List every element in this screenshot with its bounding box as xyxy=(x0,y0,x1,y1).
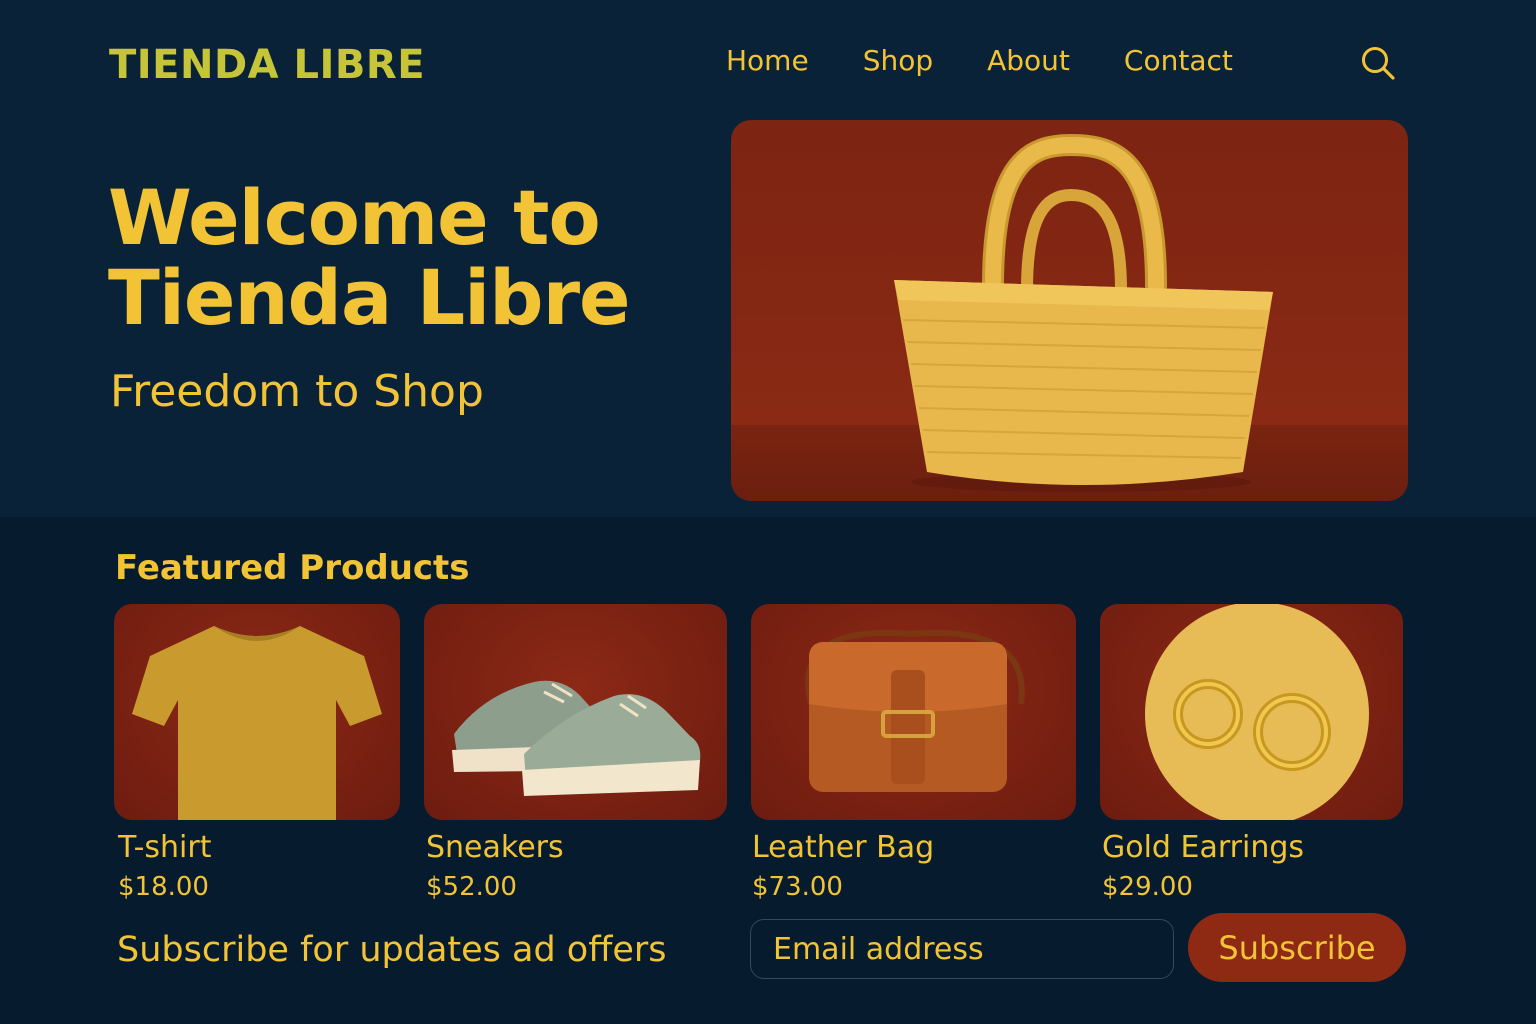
product-price: $18.00 xyxy=(118,872,209,902)
hero-subtitle: Freedom to Shop xyxy=(110,366,484,417)
sneakers-image xyxy=(452,680,701,796)
hero-title-line2: Tienda Libre xyxy=(108,253,631,342)
nav-home[interactable]: Home xyxy=(726,44,809,77)
subscribe-button[interactable]: Subscribe xyxy=(1188,913,1406,982)
product-name[interactable]: T-shirt xyxy=(118,830,211,865)
nav-contact[interactable]: Contact xyxy=(1124,44,1233,77)
hero-image[interactable] xyxy=(731,120,1408,501)
product-name[interactable]: Leather Bag xyxy=(752,830,934,865)
logo[interactable]: TIENDA LIBRE xyxy=(109,42,425,88)
product-name[interactable]: Gold Earrings xyxy=(1102,830,1304,865)
subscribe-text: Subscribe for updates ad offers xyxy=(117,930,667,970)
product-image-sneakers[interactable] xyxy=(424,604,727,820)
product-name[interactable]: Sneakers xyxy=(426,830,564,865)
nav-about[interactable]: About xyxy=(987,44,1070,77)
gold-earrings-image xyxy=(1145,604,1369,820)
product-image-gold-earrings[interactable] xyxy=(1100,604,1403,820)
main-nav: Home Shop About Contact xyxy=(726,44,1287,77)
email-field[interactable] xyxy=(750,919,1174,979)
search-icon[interactable] xyxy=(1360,45,1396,81)
nav-shop[interactable]: Shop xyxy=(863,44,933,77)
product-price: $73.00 xyxy=(752,872,843,902)
leather-bag-image xyxy=(805,629,1025,792)
product-price: $29.00 xyxy=(1102,872,1193,902)
tote-bag-image xyxy=(894,133,1273,492)
product-image-leather-bag[interactable] xyxy=(751,604,1076,820)
hero-title-line1: Welcome to xyxy=(108,173,601,262)
tshirt-image xyxy=(132,626,382,820)
section-title: Featured Products xyxy=(115,548,470,588)
hero-title: Welcome to Tienda Libre xyxy=(108,173,631,342)
product-image-tshirt[interactable] xyxy=(114,604,400,820)
product-price: $52.00 xyxy=(426,872,517,902)
